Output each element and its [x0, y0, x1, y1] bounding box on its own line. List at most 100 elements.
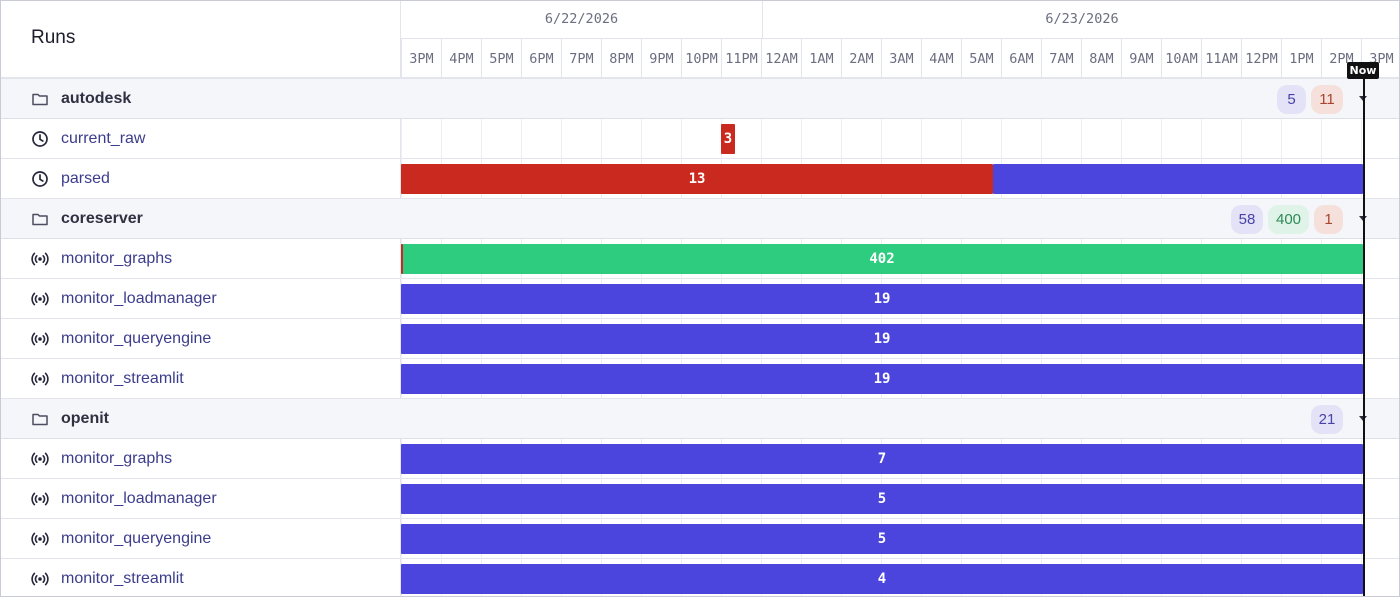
job-row-monitor_loadmanager: monitor_loadmanager 19	[1, 279, 1399, 319]
job-row-monitor_graphs: monitor_graphs 7	[1, 439, 1399, 479]
job-name-link[interactable]: current_raw	[61, 119, 145, 159]
folder-icon	[31, 90, 49, 108]
gridline	[601, 119, 602, 159]
folder-icon	[31, 210, 49, 228]
group-name: autodesk	[61, 90, 132, 107]
gridline	[881, 119, 882, 159]
run-count-badge-red[interactable]: 11	[1311, 85, 1343, 114]
hour-tick-label: 6AM	[1001, 39, 1041, 79]
now-marker-line	[1363, 79, 1365, 596]
job-name-link[interactable]: monitor_loadmanager	[61, 279, 217, 319]
job-header: monitor_graphs	[1, 239, 401, 279]
hour-tick-label: 10PM	[681, 39, 721, 79]
run-count-badge-green[interactable]: 400	[1268, 205, 1309, 234]
run-bar-green[interactable]: 402	[401, 244, 1363, 274]
run-bar-blue[interactable]: 7	[401, 444, 1363, 474]
hour-tick-label: 1AM	[801, 39, 841, 79]
hour-tick-label: 11AM	[1201, 39, 1241, 79]
job-name-link[interactable]: monitor_graphs	[61, 439, 172, 479]
gridline	[761, 119, 762, 159]
job-name-link[interactable]: monitor_queryengine	[61, 319, 211, 359]
group-name: coreserver	[61, 210, 143, 227]
hour-tick-label: 5AM	[961, 39, 1001, 79]
sensor-icon	[31, 570, 49, 588]
hour-row: 3PM 4PM 5PM 6PM 7PM 8PM 9PM 10PM 11PM 12AM 1AM 2AM 3…	[401, 39, 1399, 79]
run-bar-blue[interactable]: 4	[401, 564, 1363, 594]
run-bar-blue[interactable]: 5	[401, 484, 1363, 514]
job-name-link[interactable]: monitor_streamlit	[61, 559, 184, 596]
hour-tick-label: 5PM	[481, 39, 521, 79]
job-name-link[interactable]: monitor_graphs	[61, 239, 172, 279]
hour-tick-label: 7AM	[1041, 39, 1081, 79]
run-bar-blue[interactable]	[993, 164, 1363, 194]
job-name-link[interactable]: monitor_queryengine	[61, 519, 211, 559]
hour-tick-label: 12AM	[761, 39, 801, 79]
sensor-icon	[31, 330, 49, 348]
hour-tick-label: 2AM	[841, 39, 881, 79]
job-header: monitor_streamlit	[1, 559, 401, 596]
hour-tick-label: 9AM	[1121, 39, 1161, 79]
gridline	[1041, 119, 1042, 159]
timeline-header: Runs 6/22/2026 6/23/2026 3PM 4PM 5PM 6PM 7PM…	[1, 1, 1399, 79]
gridline	[521, 119, 522, 159]
run-bar-red[interactable]: 3	[721, 124, 735, 154]
run-bar-blue[interactable]: 5	[401, 524, 1363, 554]
job-timeline-track: 3	[401, 119, 1399, 159]
group-header: coreserver	[1, 199, 401, 239]
gridline	[801, 119, 802, 159]
gridline	[1361, 119, 1362, 159]
group-name: openit	[61, 410, 109, 427]
gridline	[1281, 119, 1282, 159]
gridline	[1121, 119, 1122, 159]
job-row-monitor_streamlit: monitor_streamlit 4	[1, 559, 1399, 596]
run-count-badge-red[interactable]: 1	[1314, 205, 1343, 234]
group-row-coreserver[interactable]: coreserver 58 400 1	[1, 199, 1399, 239]
group-row-openit[interactable]: openit 21	[1, 399, 1399, 439]
job-timeline-track: 4	[401, 559, 1399, 596]
runs-timeline: Runs 6/22/2026 6/23/2026 3PM 4PM 5PM 6PM 7PM…	[0, 0, 1400, 597]
job-header: parsed	[1, 159, 401, 199]
run-bar-blue[interactable]: 19	[401, 364, 1363, 394]
group-header: openit	[1, 399, 401, 439]
run-bar-failure-edge[interactable]	[401, 244, 403, 274]
now-marker-label: Now	[1347, 62, 1379, 79]
job-name-link[interactable]: parsed	[61, 159, 110, 199]
job-timeline-track: 5	[401, 479, 1399, 519]
date-label: 6/23/2026	[1045, 11, 1119, 27]
hour-tick-label: 7PM	[561, 39, 601, 79]
job-timeline-track: 7	[401, 439, 1399, 479]
run-count-badge-blue[interactable]: 58	[1231, 205, 1263, 234]
group-row-autodesk[interactable]: autodesk 5 11	[1, 79, 1399, 119]
run-bar-red[interactable]: 13	[401, 164, 993, 194]
folder-icon	[31, 410, 49, 428]
job-row-monitor_queryengine: monitor_queryengine 19	[1, 319, 1399, 359]
sensor-icon	[31, 250, 49, 268]
job-timeline-track: 19	[401, 279, 1399, 319]
gridline	[841, 119, 842, 159]
run-count-badge-blue[interactable]: 21	[1311, 405, 1343, 434]
gridline	[481, 119, 482, 159]
run-bar-blue[interactable]: 19	[401, 284, 1363, 314]
job-timeline-track: 19	[401, 359, 1399, 399]
hour-tick-label: 3AM	[881, 39, 921, 79]
hour-tick-label: 4AM	[921, 39, 961, 79]
run-bar-blue[interactable]: 19	[401, 324, 1363, 354]
job-name-link[interactable]: monitor_streamlit	[61, 359, 184, 399]
hour-tick-label: 3PM	[401, 39, 441, 79]
sensor-icon	[31, 450, 49, 468]
run-count-badge-blue[interactable]: 5	[1277, 85, 1306, 114]
job-timeline-track: 13	[401, 159, 1399, 199]
page-title: Runs	[31, 27, 76, 48]
gridline	[1161, 119, 1162, 159]
clock-icon	[31, 130, 49, 148]
job-header: monitor_loadmanager	[1, 279, 401, 319]
job-row-current_raw: current_raw 3	[1, 119, 1399, 159]
job-row-parsed: parsed 13	[1, 159, 1399, 199]
job-header: monitor_graphs	[1, 439, 401, 479]
sensor-icon	[31, 370, 49, 388]
sensor-icon	[31, 530, 49, 548]
group-header: autodesk	[1, 79, 401, 119]
hour-tick-label: 1PM	[1281, 39, 1321, 79]
job-header: monitor_streamlit	[1, 359, 401, 399]
job-name-link[interactable]: monitor_loadmanager	[61, 479, 217, 519]
